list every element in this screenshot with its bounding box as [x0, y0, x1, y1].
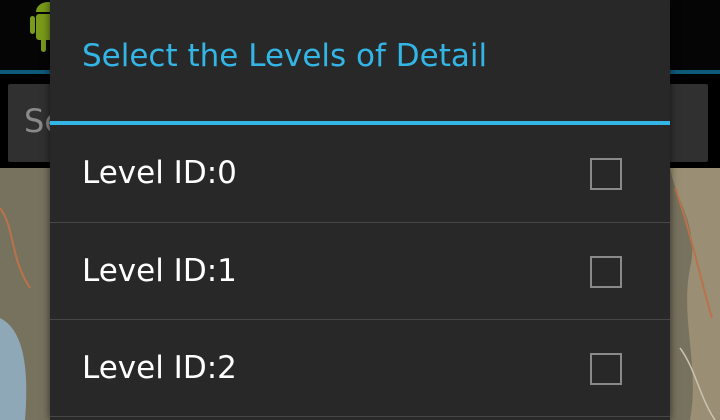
- screen: Se Select the Levels of Detail Level ID:…: [0, 0, 720, 420]
- level-label: Level ID:0: [82, 155, 237, 191]
- level-checkbox[interactable]: [590, 256, 622, 288]
- level-item-1[interactable]: Level ID:1: [50, 223, 670, 319]
- levels-dialog: Select the Levels of Detail Level ID:0 L…: [50, 0, 670, 420]
- level-item-0[interactable]: Level ID:0: [50, 125, 670, 221]
- level-checkbox[interactable]: [590, 353, 622, 385]
- list-divider: [50, 416, 670, 417]
- level-item-2[interactable]: Level ID:2: [50, 320, 670, 416]
- dialog-title: Select the Levels of Detail: [82, 38, 488, 74]
- level-checkbox[interactable]: [590, 158, 622, 190]
- level-label: Level ID:1: [82, 253, 237, 289]
- level-label: Level ID:2: [82, 350, 237, 386]
